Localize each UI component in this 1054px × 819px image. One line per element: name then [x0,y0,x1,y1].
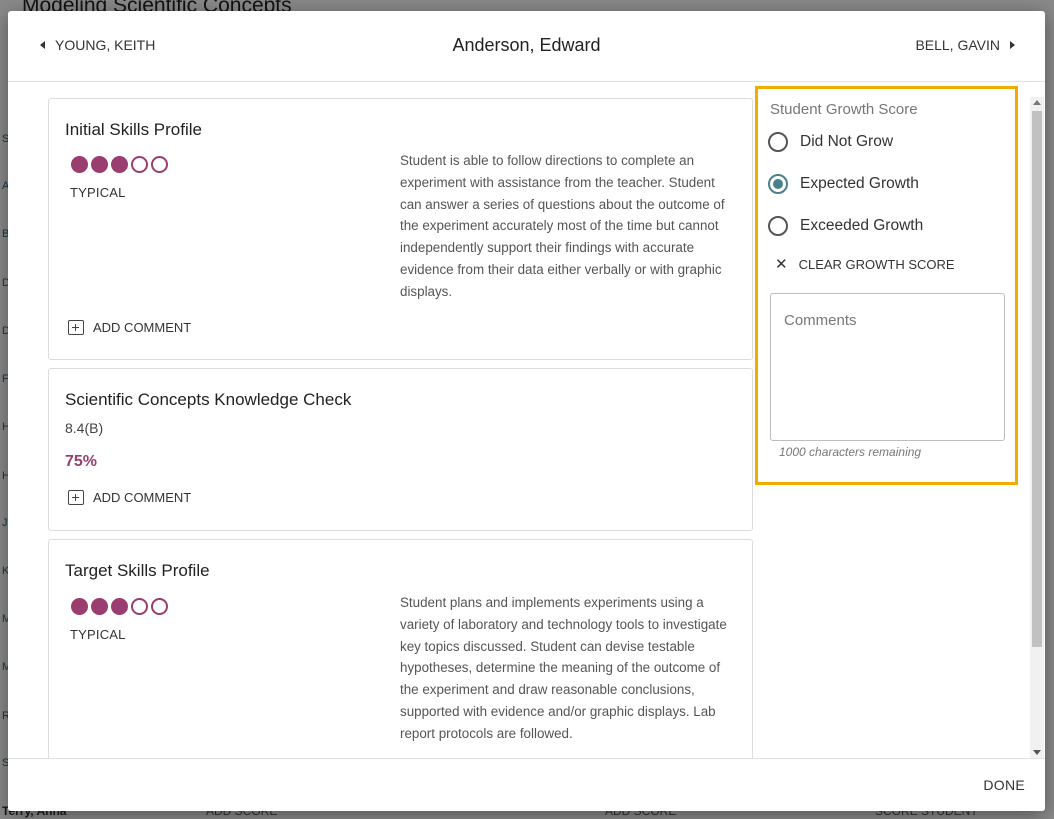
close-icon: ✕ [775,256,788,273]
scroll-down-arrow-icon[interactable] [1033,750,1041,755]
target-skills-card: Target Skills Profile TYPICAL Student pl… [48,539,753,758]
rating-dot-empty [131,156,148,173]
caret-right-icon [1010,41,1015,49]
scroll-up-arrow-icon[interactable] [1033,100,1041,105]
done-button[interactable]: DONE [983,777,1025,793]
rating-label: TYPICAL [70,185,126,200]
radio-button-selected[interactable] [768,174,788,194]
skill-rating [71,156,168,173]
vertical-scrollbar[interactable] [1030,97,1044,758]
card-title: Initial Skills Profile [65,120,202,139]
card-title: Target Skills Profile [65,561,210,580]
score-percent: 75% [65,453,98,470]
rating-label: TYPICAL [70,627,126,642]
initial-skills-card: Initial Skills Profile TYPICAL Student i… [48,98,753,360]
rating-dot-filled [91,156,108,173]
clear-label: CLEAR GROWTH SCORE [798,257,955,272]
radio-exceeded-growth[interactable]: Exceeded Growth [768,216,923,236]
add-comment-button[interactable]: ADD COMMENT [68,490,191,505]
radio-button[interactable] [768,132,788,152]
rating-dot-empty [151,156,168,173]
rating-dot-filled [71,156,88,173]
clear-growth-score-button[interactable]: ✕ CLEAR GROWTH SCORE [775,257,955,272]
rating-dot-filled [71,598,88,615]
score-student-modal: YOUNG, KEITH Anderson, Edward BELL, GAVI… [8,11,1045,811]
rating-dot-filled [91,598,108,615]
standard-code: 8.4(B) [65,420,104,436]
growth-score-title: Student Growth Score [770,101,918,118]
rating-dot-filled [111,598,128,615]
current-student-name: Anderson, Edward [452,35,601,55]
characters-remaining: 1000 characters remaining [779,445,922,459]
skill-description: Student plans and implements experiments… [400,595,727,741]
next-student-button[interactable]: BELL, GAVIN [915,37,1015,53]
knowledge-check-card: Scientific Concepts Knowledge Check 8.4(… [48,368,753,531]
skill-description: Student is able to follow directions to … [400,153,725,299]
radio-did-not-grow[interactable]: Did Not Grow [768,132,893,152]
modal-body: Initial Skills Profile TYPICAL Student i… [8,83,1045,758]
modal-header: YOUNG, KEITH Anderson, Edward BELL, GAVI… [8,11,1045,82]
add-comment-icon [68,490,84,505]
rating-dot-empty [131,598,148,615]
add-comment-icon [68,320,84,335]
modal-footer: DONE [8,758,1045,811]
add-comment-button[interactable]: ADD COMMENT [68,320,191,335]
rating-dot-filled [111,156,128,173]
student-growth-panel: Student Growth Score Did Not Grow Expect… [755,86,1018,485]
comments-field[interactable] [770,293,1005,441]
radio-expected-growth[interactable]: Expected Growth [768,174,919,194]
next-student-name: BELL, GAVIN [915,37,1000,53]
radio-button[interactable] [768,216,788,236]
skill-rating [71,598,168,615]
add-comment-label: ADD COMMENT [93,490,192,505]
rating-dot-empty [151,598,168,615]
radio-label: Exceeded Growth [800,217,924,234]
radio-label: Expected Growth [800,175,919,192]
radio-label: Did Not Grow [800,133,894,150]
card-title: Scientific Concepts Knowledge Check [65,390,352,409]
add-comment-label: ADD COMMENT [93,320,192,335]
scrollbar-thumb[interactable] [1032,111,1042,647]
